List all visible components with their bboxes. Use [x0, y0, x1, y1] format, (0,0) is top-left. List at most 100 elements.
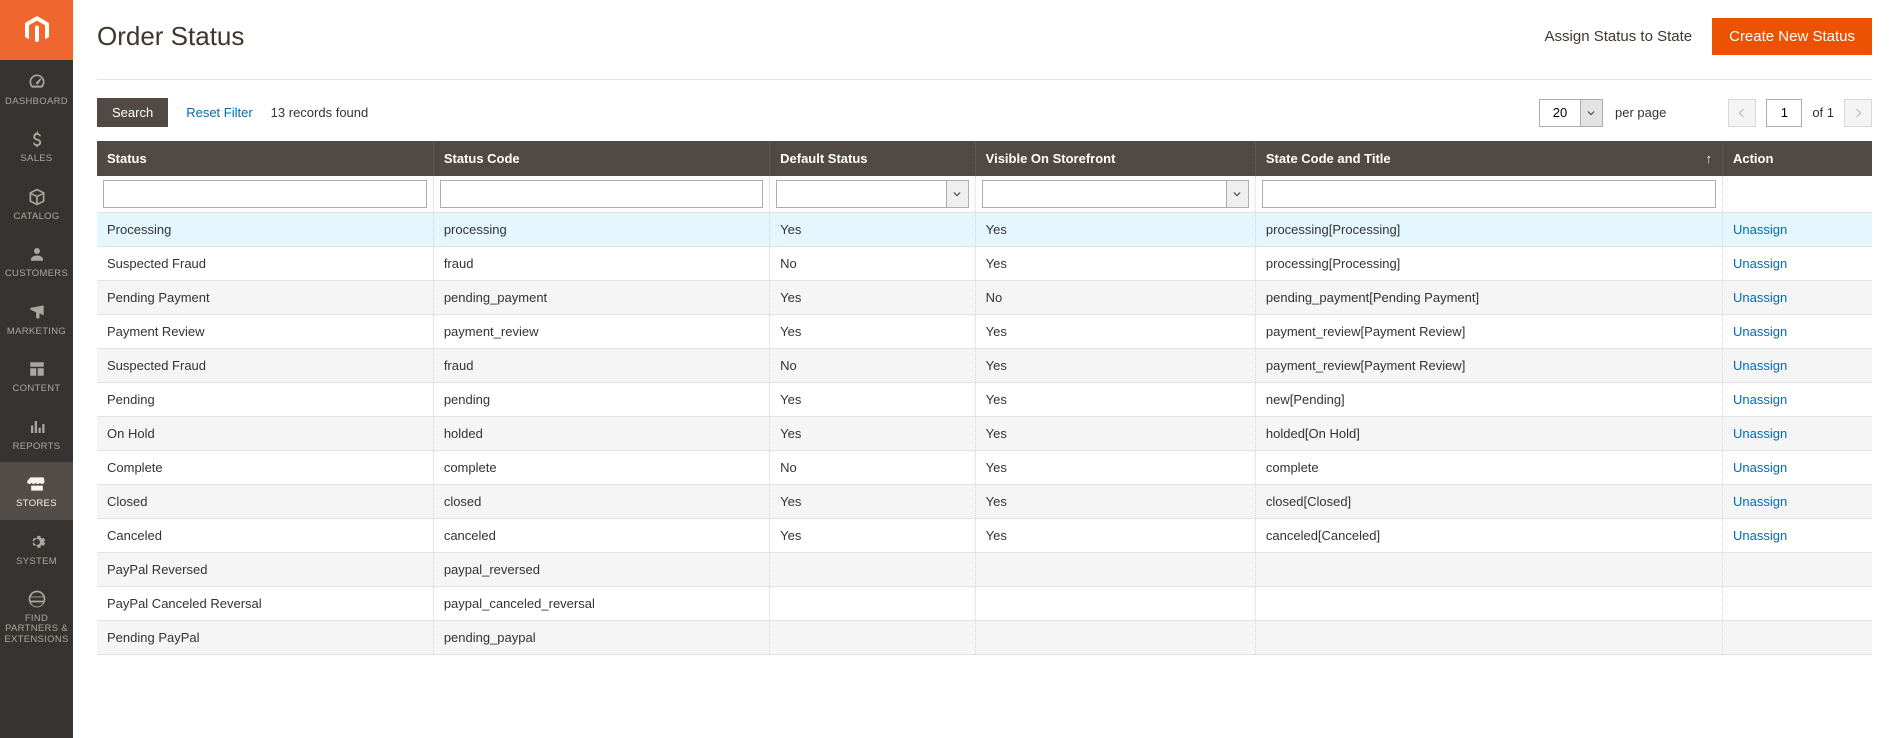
table-row[interactable]: Pending PayPalpending_paypal	[97, 621, 1872, 655]
unassign-link[interactable]: Unassign	[1733, 392, 1787, 407]
sidebar-item-partners[interactable]: Find Partners & Extensions	[0, 577, 73, 655]
cell-visible: Yes	[975, 315, 1255, 349]
cell-action	[1722, 587, 1872, 621]
sidebar-item-system[interactable]: System	[0, 520, 73, 577]
cell-code: holded	[433, 417, 769, 451]
cell-status: Pending Payment	[97, 281, 433, 315]
cell-action	[1722, 621, 1872, 655]
filter-visible-dropdown-button[interactable]	[1227, 180, 1249, 208]
cell-code: pending_payment	[433, 281, 769, 315]
sidebar-item-reports[interactable]: Reports	[0, 405, 73, 462]
table-row[interactable]: CanceledcanceledYesYescanceled[Canceled]…	[97, 519, 1872, 553]
sidebar-item-dashboard[interactable]: Dashboard	[0, 60, 73, 117]
unassign-link[interactable]: Unassign	[1733, 426, 1787, 441]
table-row[interactable]: CompletecompleteNoYescompleteUnassign	[97, 451, 1872, 485]
table-row[interactable]: Pending Paymentpending_paymentYesNopendi…	[97, 281, 1872, 315]
sidebar-item-sales[interactable]: Sales	[0, 117, 73, 174]
cell-action: Unassign	[1722, 519, 1872, 553]
cell-default	[770, 587, 976, 621]
next-page-button[interactable]	[1844, 99, 1872, 127]
unassign-link[interactable]: Unassign	[1733, 528, 1787, 543]
unassign-link[interactable]: Unassign	[1733, 358, 1787, 373]
sidebar-item-label: Find Partners & Extensions	[2, 614, 71, 645]
filter-default-dropdown-button[interactable]	[947, 180, 969, 208]
cell-default: No	[770, 247, 976, 281]
unassign-link[interactable]: Unassign	[1733, 494, 1787, 509]
unassign-link[interactable]: Unassign	[1733, 290, 1787, 305]
filter-state-input[interactable]	[1262, 180, 1716, 208]
unassign-link[interactable]: Unassign	[1733, 256, 1787, 271]
cell-state: payment_review[Payment Review]	[1255, 315, 1722, 349]
cell-default	[770, 621, 976, 655]
column-header-default[interactable]: Default Status	[770, 141, 976, 176]
unassign-link[interactable]: Unassign	[1733, 222, 1787, 237]
cell-default: Yes	[770, 485, 976, 519]
table-row[interactable]: Suspected FraudfraudNoYesprocessing[Proc…	[97, 247, 1872, 281]
filter-status-input[interactable]	[103, 180, 427, 208]
store-icon	[27, 472, 47, 496]
sidebar-item-marketing[interactable]: Marketing	[0, 290, 73, 347]
current-page-input[interactable]	[1766, 99, 1802, 127]
create-status-button[interactable]: Create New Status	[1712, 18, 1872, 55]
sidebar-item-label: Dashboard	[5, 97, 68, 107]
table-row[interactable]: ClosedclosedYesYesclosed[Closed]Unassign	[97, 485, 1872, 519]
cell-visible	[975, 587, 1255, 621]
column-header-visible[interactable]: Visible On Storefront	[975, 141, 1255, 176]
cell-default: Yes	[770, 417, 976, 451]
column-header-code[interactable]: Status Code	[433, 141, 769, 176]
filter-code-input[interactable]	[440, 180, 763, 208]
layout-icon	[28, 357, 46, 381]
megaphone-icon	[27, 300, 47, 324]
sidebar-item-stores[interactable]: Stores	[0, 462, 73, 519]
table-row[interactable]: Payment Reviewpayment_reviewYesYespaymen…	[97, 315, 1872, 349]
cell-default: Yes	[770, 383, 976, 417]
table-row[interactable]: ProcessingprocessingYesYesprocessing[Pro…	[97, 213, 1872, 247]
cell-state: closed[Closed]	[1255, 485, 1722, 519]
reset-filter-link[interactable]: Reset Filter	[186, 105, 252, 120]
chevron-down-icon	[1587, 109, 1595, 117]
column-header-status[interactable]: Status	[97, 141, 433, 176]
grid-toolbar: Search Reset Filter 13 records found per…	[97, 98, 1872, 127]
sidebar-item-customers[interactable]: Customers	[0, 232, 73, 289]
table-row[interactable]: PayPal Canceled Reversalpaypal_canceled_…	[97, 587, 1872, 621]
assign-status-button[interactable]: Assign Status to State	[1545, 28, 1693, 45]
cell-code: pending	[433, 383, 769, 417]
cell-status: Suspected Fraud	[97, 247, 433, 281]
cell-visible: Yes	[975, 383, 1255, 417]
chart-icon	[28, 415, 46, 439]
prev-page-button[interactable]	[1728, 99, 1756, 127]
cell-status: Complete	[97, 451, 433, 485]
cell-state: payment_review[Payment Review]	[1255, 349, 1722, 383]
table-row[interactable]: PendingpendingYesYesnew[Pending]Unassign	[97, 383, 1872, 417]
cell-default	[770, 553, 976, 587]
sidebar: Dashboard Sales Catalog Customers Market…	[0, 0, 73, 738]
unassign-link[interactable]: Unassign	[1733, 324, 1787, 339]
table-row[interactable]: On HoldholdedYesYesholded[On Hold]Unassi…	[97, 417, 1872, 451]
sidebar-item-content[interactable]: Content	[0, 347, 73, 404]
filter-visible-select[interactable]	[982, 180, 1227, 208]
table-row[interactable]: PayPal Reversedpaypal_reversed	[97, 553, 1872, 587]
cell-visible	[975, 621, 1255, 655]
filter-default-select[interactable]	[776, 180, 947, 208]
page-size-dropdown-button[interactable]	[1581, 99, 1603, 127]
cell-action: Unassign	[1722, 417, 1872, 451]
cell-state: complete	[1255, 451, 1722, 485]
cell-status: Closed	[97, 485, 433, 519]
table-row[interactable]: Suspected FraudfraudNoYespayment_review[…	[97, 349, 1872, 383]
cell-action: Unassign	[1722, 451, 1872, 485]
magento-logo[interactable]	[0, 0, 73, 60]
cell-state: processing[Processing]	[1255, 213, 1722, 247]
page-title: Order Status	[97, 21, 244, 52]
search-button[interactable]: Search	[97, 98, 168, 127]
cell-visible: Yes	[975, 417, 1255, 451]
page-size-input[interactable]	[1539, 99, 1581, 127]
sidebar-item-label: Customers	[5, 269, 68, 279]
cell-visible: Yes	[975, 451, 1255, 485]
cell-status: Processing	[97, 213, 433, 247]
sidebar-item-catalog[interactable]: Catalog	[0, 175, 73, 232]
unassign-link[interactable]: Unassign	[1733, 460, 1787, 475]
column-header-state[interactable]: State Code and Title↑	[1255, 141, 1722, 176]
cell-state: new[Pending]	[1255, 383, 1722, 417]
cell-default: Yes	[770, 315, 976, 349]
gear-icon	[28, 530, 46, 554]
